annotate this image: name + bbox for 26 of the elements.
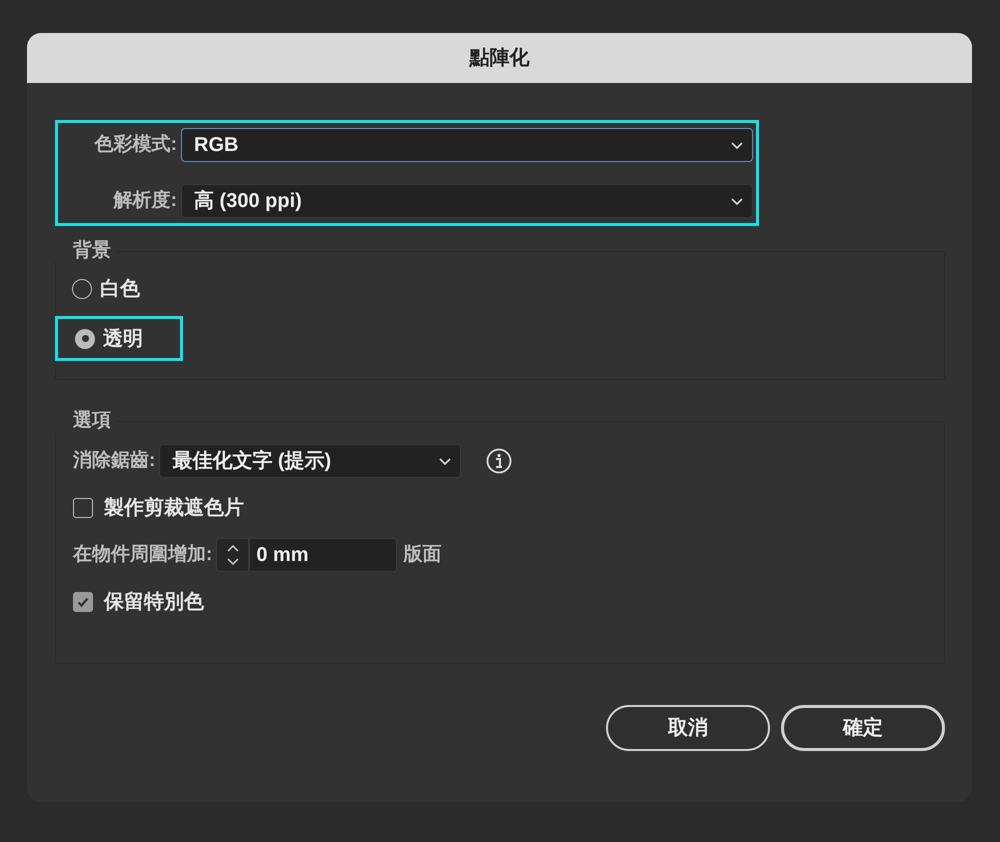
info-icon[interactable] bbox=[486, 448, 512, 474]
stepper-icon[interactable] bbox=[216, 538, 250, 572]
field-label: 消除鋸齒: bbox=[73, 448, 156, 473]
unit-label: 版面 bbox=[403, 542, 442, 567]
group-legend: 選項 bbox=[55, 410, 117, 432]
field-label: 解析度: bbox=[112, 188, 177, 213]
window-title: 點陣化 bbox=[27, 33, 972, 83]
input-field[interactable]: 0 mm bbox=[249, 538, 398, 572]
chevron-icon bbox=[438, 456, 452, 466]
dropdown[interactable]: RGB bbox=[181, 128, 753, 162]
check-icon bbox=[76, 595, 90, 609]
field-label: 色彩模式: bbox=[93, 132, 177, 157]
checkbox[interactable] bbox=[73, 498, 93, 518]
group-legend: 背景 bbox=[55, 240, 117, 262]
dropdown[interactable]: 最佳化文字 (提示) bbox=[159, 444, 462, 478]
checkbox-label: 製作剪裁遮色片 bbox=[104, 496, 244, 521]
chevron-icon bbox=[730, 140, 744, 150]
checkbox[interactable] bbox=[73, 592, 93, 612]
radio-option[interactable]: 透明 bbox=[55, 316, 183, 361]
radio-option[interactable]: 白色 bbox=[55, 275, 183, 303]
checkbox-label: 保留特別色 bbox=[104, 590, 204, 615]
dialog-button[interactable]: 確定 bbox=[781, 705, 945, 751]
dialog-button[interactable]: 取消 bbox=[606, 705, 770, 751]
dropdown[interactable]: 高 (300 ppi) bbox=[181, 184, 753, 218]
field-label: 在物件周圍增加: bbox=[73, 542, 212, 567]
chevron-icon bbox=[730, 196, 744, 206]
